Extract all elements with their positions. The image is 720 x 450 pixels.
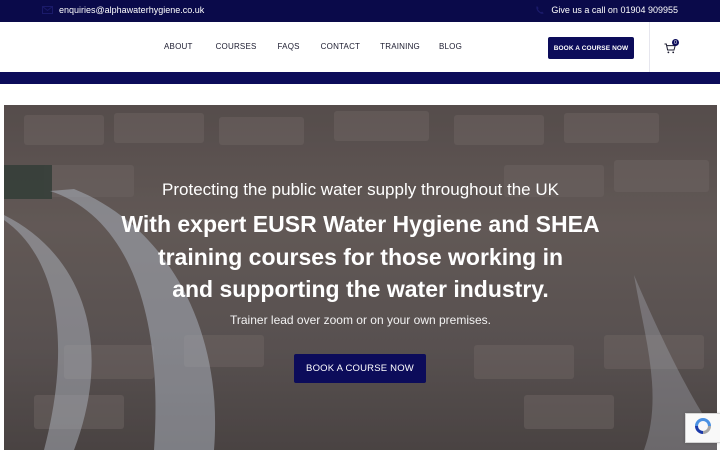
recaptcha-icon	[693, 416, 713, 441]
hero-note: Trainer lead over zoom or on your own pr…	[230, 313, 491, 327]
hero-banner: Protecting the public water supply throu…	[4, 105, 717, 450]
cart-count-badge: 0	[672, 39, 679, 46]
nav-item-about[interactable]: ABOUT	[164, 42, 193, 51]
nav-item-training[interactable]: TRAINING	[380, 42, 420, 51]
hero-headline-line-1: With expert EUSR Water Hygiene and SHEA	[121, 211, 600, 237]
main-navbar: ABOUT COURSES FAQS CONTACT TRAINING BLOG…	[0, 22, 720, 72]
nav-links: ABOUT COURSES FAQS CONTACT TRAINING BLOG	[164, 42, 462, 51]
email-text[interactable]: enquiries@alphawaterhygiene.co.uk	[59, 5, 204, 15]
phone-text[interactable]: Give us a call on 01904 909955	[551, 5, 678, 15]
book-course-button[interactable]: BOOK A COURSE NOW	[548, 37, 634, 59]
hero-headline-line-3: and supporting the water industry.	[172, 276, 549, 302]
nav-item-faqs[interactable]: FAQS	[278, 42, 300, 51]
recaptcha-badge[interactable]	[685, 413, 720, 443]
phone-icon	[535, 5, 545, 15]
hero-content: Protecting the public water supply throu…	[4, 105, 717, 450]
top-contact-bar: enquiries@alphawaterhygiene.co.uk Give u…	[0, 0, 720, 22]
hero-headline-line-2: training courses for those working in	[157, 244, 564, 270]
nav-divider	[649, 22, 650, 72]
nav-item-blog[interactable]: BLOG	[439, 42, 462, 51]
phone-contact[interactable]: Give us a call on 01904 909955	[535, 5, 678, 15]
email-contact[interactable]: enquiries@alphawaterhygiene.co.uk	[42, 5, 204, 15]
hero-book-course-button[interactable]: BOOK A COURSE NOW	[294, 354, 426, 383]
nav-item-courses[interactable]: COURSES	[216, 42, 257, 51]
nav-item-contact[interactable]: CONTACT	[321, 42, 360, 51]
header-accent-bar	[0, 72, 720, 84]
hero-subtitle: Protecting the public water supply throu…	[162, 180, 559, 199]
envelope-icon	[42, 6, 53, 14]
